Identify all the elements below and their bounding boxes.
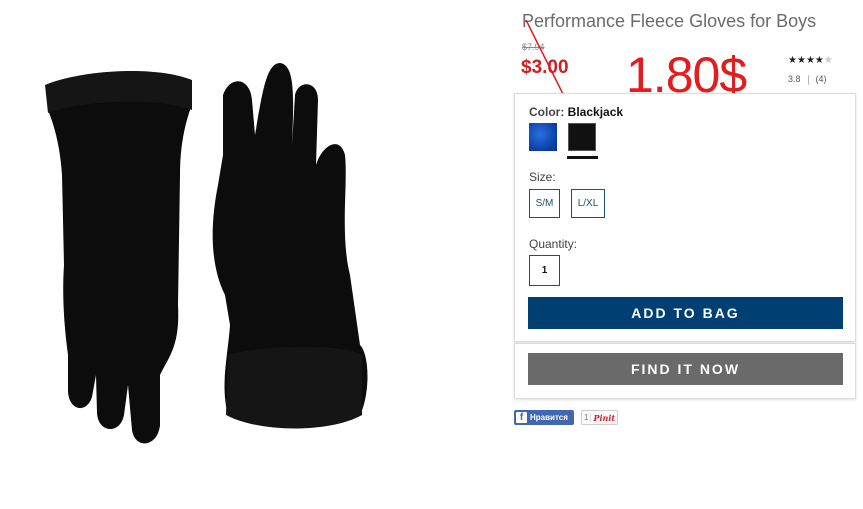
find-it-now-panel: FIND IT NOW [514, 343, 856, 399]
swatch-blue[interactable] [529, 123, 557, 151]
quantity-input[interactable]: 1 [529, 255, 560, 286]
star-icon: ★ [814, 55, 824, 66]
facebook-icon: f [516, 412, 527, 423]
star-icon: ★ [796, 55, 806, 66]
find-it-now-button[interactable]: FIND IT NOW [528, 353, 843, 385]
rating-stars: ★★★★★ [788, 55, 833, 66]
left-glove-shape [45, 70, 192, 444]
color-label-row: Color: Blackjack [529, 105, 623, 119]
color-value: Blackjack [567, 105, 624, 119]
rating-score[interactable]: 3.8 [788, 74, 801, 84]
star-icon: ★ [788, 55, 797, 66]
original-price: $7.94 [522, 42, 545, 52]
selected-swatch-indicator [567, 156, 598, 159]
product-rating[interactable]: ★★★★★ 3.8 (4) [788, 55, 833, 85]
product-title: Performance Fleece Gloves for Boys [522, 11, 817, 31]
product-image [45, 63, 368, 444]
add-to-bag-button[interactable]: ADD TO BAG [528, 297, 843, 329]
review-count[interactable]: (4) [816, 74, 827, 84]
rating-divider [807, 74, 809, 85]
pinterest-button[interactable]: 1 Pinit [581, 410, 618, 425]
size-button-sm[interactable]: S/M [529, 189, 560, 218]
size-button-lxl[interactable]: L/XL [571, 189, 605, 218]
facebook-like-label: Нравится [530, 413, 568, 422]
sale-price: $3.00 [521, 57, 569, 78]
pin-count: 1 [582, 413, 592, 422]
size-label: Size: [529, 170, 556, 184]
pinterest-label: Pinit [593, 412, 616, 423]
star-empty-icon: ★ [823, 55, 833, 66]
color-label: Color: [529, 105, 565, 119]
right-glove-shape [212, 63, 368, 429]
star-icon: ★ [805, 55, 815, 66]
facebook-like-button[interactable]: f Нравится [514, 410, 574, 425]
swatch-blackjack[interactable] [568, 123, 596, 151]
options-panel: Color: Blackjack Size: S/M L/XL Quantity… [514, 93, 856, 342]
quantity-label: Quantity: [529, 237, 578, 251]
